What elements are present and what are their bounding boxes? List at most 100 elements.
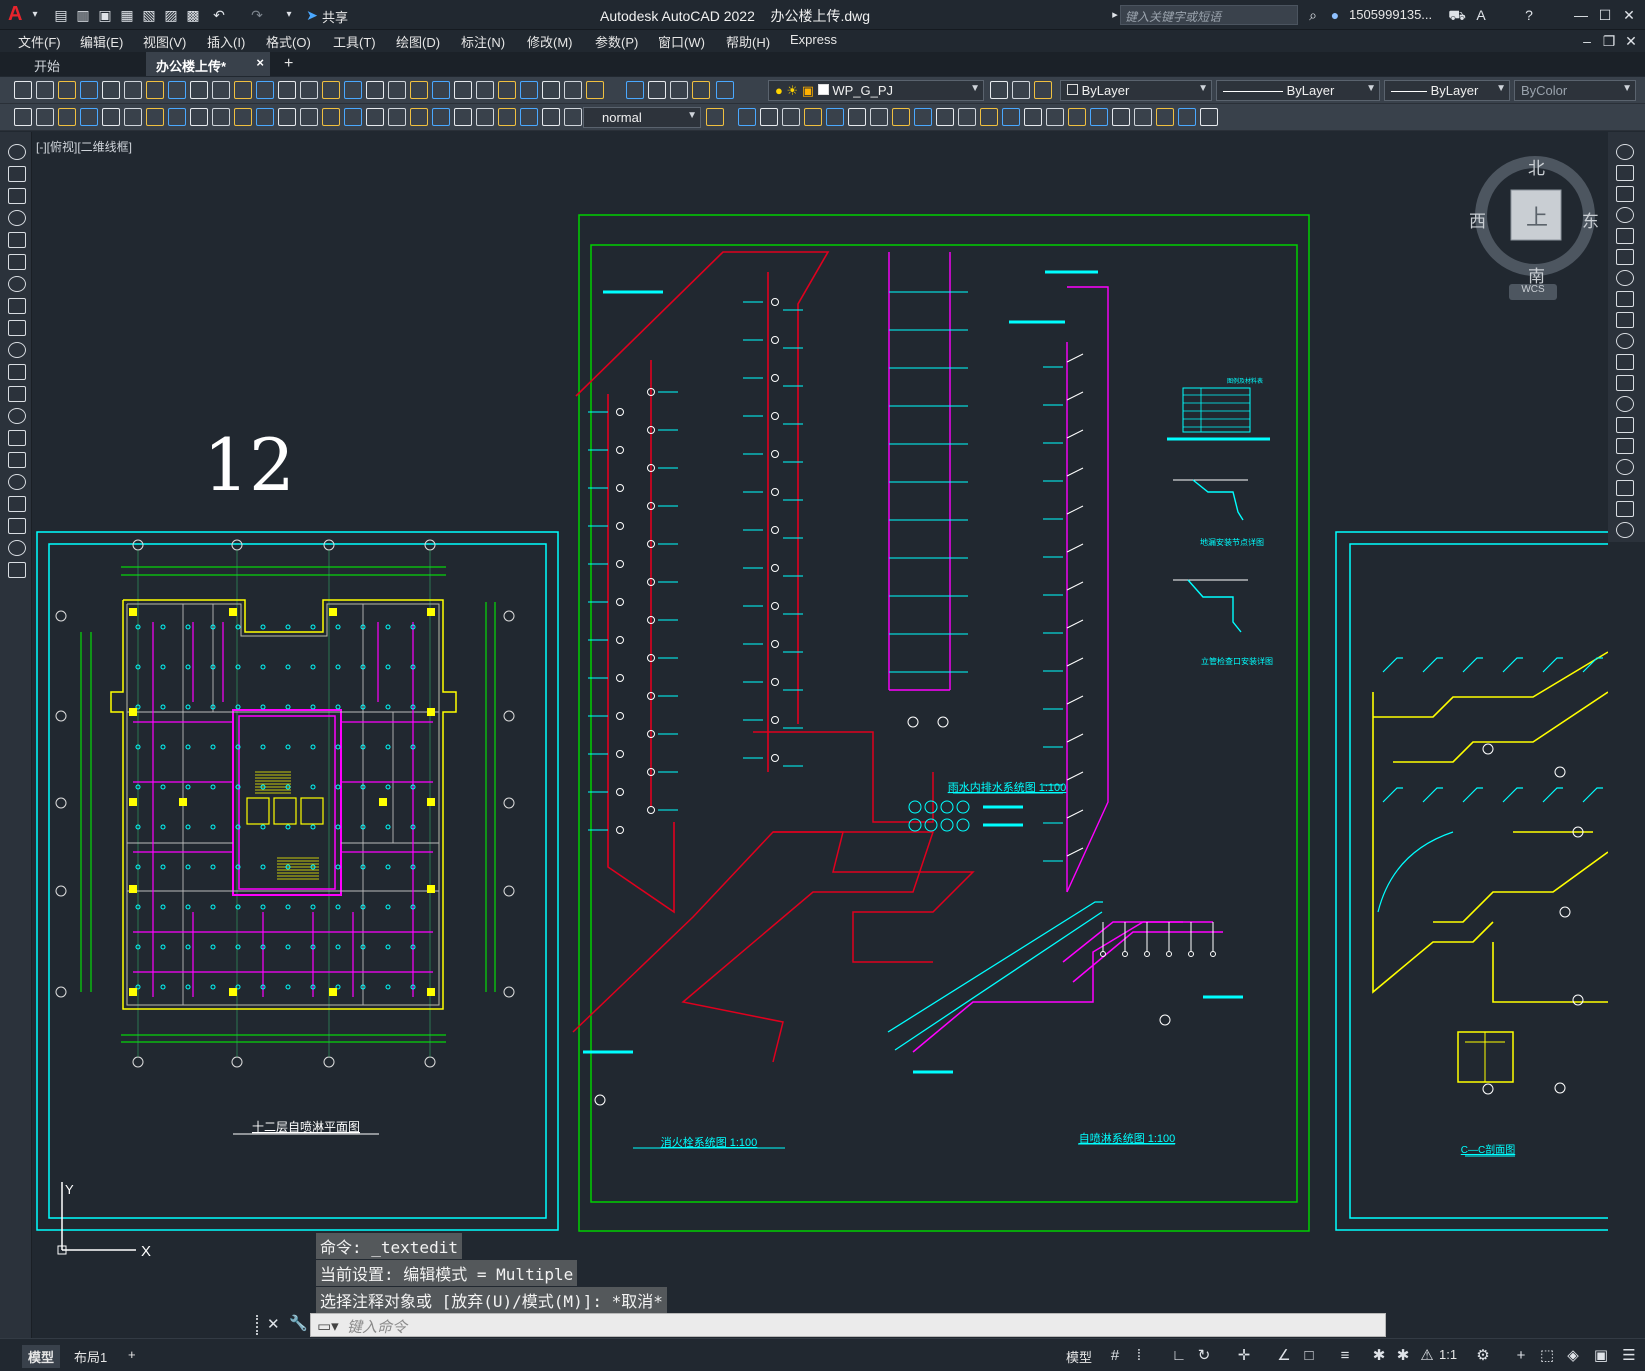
dimension-tool-icon[interactable] [300, 108, 318, 126]
standard-tool-icon[interactable] [716, 81, 734, 99]
save-as-icon[interactable]: ▦ [118, 6, 136, 24]
standard-tool-icon[interactable] [344, 81, 362, 99]
dimension-tool-icon[interactable] [936, 108, 954, 126]
standard-tool-icon[interactable] [476, 81, 494, 99]
standard-tool-icon[interactable] [124, 81, 142, 99]
palette-tool-icon[interactable] [1616, 270, 1634, 286]
standard-tool-icon[interactable] [278, 81, 296, 99]
standard-tool-icon[interactable] [626, 81, 644, 99]
doc-minimize-icon[interactable]: – [1578, 32, 1596, 50]
autoscale-icon[interactable]: ✱ [1394, 1347, 1412, 1365]
dimension-tool-icon[interactable] [1046, 108, 1064, 126]
standard-tool-icon[interactable] [102, 81, 120, 99]
tab-model[interactable]: 模型 [22, 1345, 61, 1368]
dimension-tool-icon[interactable] [892, 108, 910, 126]
standard-tool-icon[interactable] [542, 81, 560, 99]
dimension-tool-icon[interactable] [1134, 108, 1152, 126]
dimension-tool-icon[interactable] [760, 108, 778, 126]
command-customize-icon[interactable]: 🔧 [289, 1314, 308, 1332]
standard-tool-icon[interactable] [520, 81, 538, 99]
palette-tool-icon[interactable] [1616, 480, 1634, 496]
standard-tool-icon[interactable] [234, 81, 252, 99]
dimension-tool-icon[interactable] [1024, 108, 1042, 126]
menu-draw[interactable]: 绘图(D) [396, 32, 440, 51]
palette-tool-icon[interactable] [1616, 186, 1634, 202]
dimension-tool-icon[interactable] [410, 108, 428, 126]
standard-tool-icon[interactable] [432, 81, 450, 99]
text-style-dropdown[interactable]: normal ▼ [583, 107, 701, 128]
palette-tool-icon[interactable] [1616, 417, 1634, 433]
dimension-tool-icon[interactable] [782, 108, 800, 126]
standard-tool-icon[interactable] [168, 81, 186, 99]
menu-file[interactable]: 文件(F) [18, 32, 61, 51]
dimension-tool-icon[interactable] [168, 108, 186, 126]
standard-tool-icon[interactable] [256, 81, 274, 99]
open-web-icon[interactable]: ▧ [140, 6, 158, 24]
palette-tool-icon[interactable] [8, 188, 26, 204]
doc-restore-icon[interactable]: ❐ [1600, 32, 1618, 50]
palette-tool-icon[interactable] [1616, 522, 1634, 538]
standard-tool-icon[interactable] [990, 81, 1008, 99]
dimension-tool-icon[interactable] [1112, 108, 1130, 126]
save-web-icon[interactable]: ▨ [162, 6, 180, 24]
standard-tool-icon[interactable] [322, 81, 340, 99]
drawing-canvas[interactable]: [-][俯视][二维线框] 12 十二层自喷淋平面图 消火栓系统图 1:100 … [33, 132, 1608, 1338]
palette-tool-icon[interactable] [8, 386, 26, 402]
dimension-tool-icon[interactable] [1002, 108, 1020, 126]
menu-edit[interactable]: 编辑(E) [80, 32, 123, 51]
standard-tool-icon[interactable] [1012, 81, 1030, 99]
dimension-tool-icon[interactable] [958, 108, 976, 126]
dimension-tool-icon[interactable] [520, 108, 538, 126]
user-icon[interactable]: ● [1326, 6, 1344, 24]
command-bar-grip[interactable] [256, 1315, 262, 1335]
grid-icon[interactable]: # [1106, 1347, 1124, 1365]
dimension-tool-icon[interactable] [476, 108, 494, 126]
dimension-tool-icon[interactable] [1156, 108, 1174, 126]
menu-insert[interactable]: 插入(I) [207, 32, 245, 51]
doc-close-icon[interactable]: ✕ [1622, 32, 1640, 50]
undo-icon[interactable]: ↶ [210, 6, 228, 24]
standard-tool-icon[interactable] [692, 81, 710, 99]
standard-tool-icon[interactable] [410, 81, 428, 99]
palette-tool-icon[interactable] [1616, 207, 1634, 223]
standard-tool-icon[interactable] [58, 81, 76, 99]
dimension-tool-icon[interactable] [706, 108, 724, 126]
standard-tool-icon[interactable] [388, 81, 406, 99]
palette-tool-icon[interactable] [1616, 165, 1634, 181]
color-dropdown[interactable]: ByLayer ▼ [1060, 80, 1212, 101]
redo-icon[interactable]: ↷ [248, 6, 266, 24]
layer-on-icon[interactable]: ● [775, 83, 783, 98]
palette-tool-icon[interactable] [8, 254, 26, 270]
plus-icon[interactable]: + [1512, 1347, 1530, 1365]
standard-tool-icon[interactable] [36, 81, 54, 99]
plotstyle-dropdown[interactable]: ByColor ▼ [1514, 80, 1636, 101]
palette-tool-icon[interactable] [8, 298, 26, 314]
standard-tool-icon[interactable] [366, 81, 384, 99]
command-close-icon[interactable]: ✕ [267, 1315, 280, 1333]
standard-tool-icon[interactable] [300, 81, 318, 99]
dimension-tool-icon[interactable] [914, 108, 932, 126]
plot-icon[interactable]: ▩ [184, 6, 202, 24]
palette-tool-icon[interactable] [1616, 228, 1634, 244]
standard-tool-icon[interactable] [498, 81, 516, 99]
command-input[interactable]: ▭▾ 键入命令 [310, 1313, 1386, 1337]
palette-tool-icon[interactable] [1616, 501, 1634, 517]
palette-tool-icon[interactable] [8, 496, 26, 512]
tab-start[interactable]: 开始 [24, 52, 146, 76]
dimension-tool-icon[interactable] [848, 108, 866, 126]
close-icon[interactable]: ✕ [1620, 6, 1638, 24]
layer-sun-icon[interactable]: ☀ [786, 83, 798, 98]
tab-layout1[interactable]: 布局1 [68, 1345, 113, 1368]
annotation-scale[interactable]: 1:1 [1433, 1345, 1463, 1364]
minimize-icon[interactable]: — [1572, 6, 1590, 24]
standard-tool-icon[interactable] [586, 81, 604, 99]
isolate-icon[interactable]: ⬚ [1538, 1347, 1556, 1365]
menu-window[interactable]: 窗口(W) [658, 32, 705, 51]
dimension-tool-icon[interactable] [870, 108, 888, 126]
tab-close-icon[interactable]: × [256, 55, 264, 70]
open-file-icon[interactable]: ▥ [74, 6, 92, 24]
dimension-tool-icon[interactable] [322, 108, 340, 126]
dimension-tool-icon[interactable] [804, 108, 822, 126]
palette-tool-icon[interactable] [8, 474, 26, 490]
dimension-tool-icon[interactable] [36, 108, 54, 126]
